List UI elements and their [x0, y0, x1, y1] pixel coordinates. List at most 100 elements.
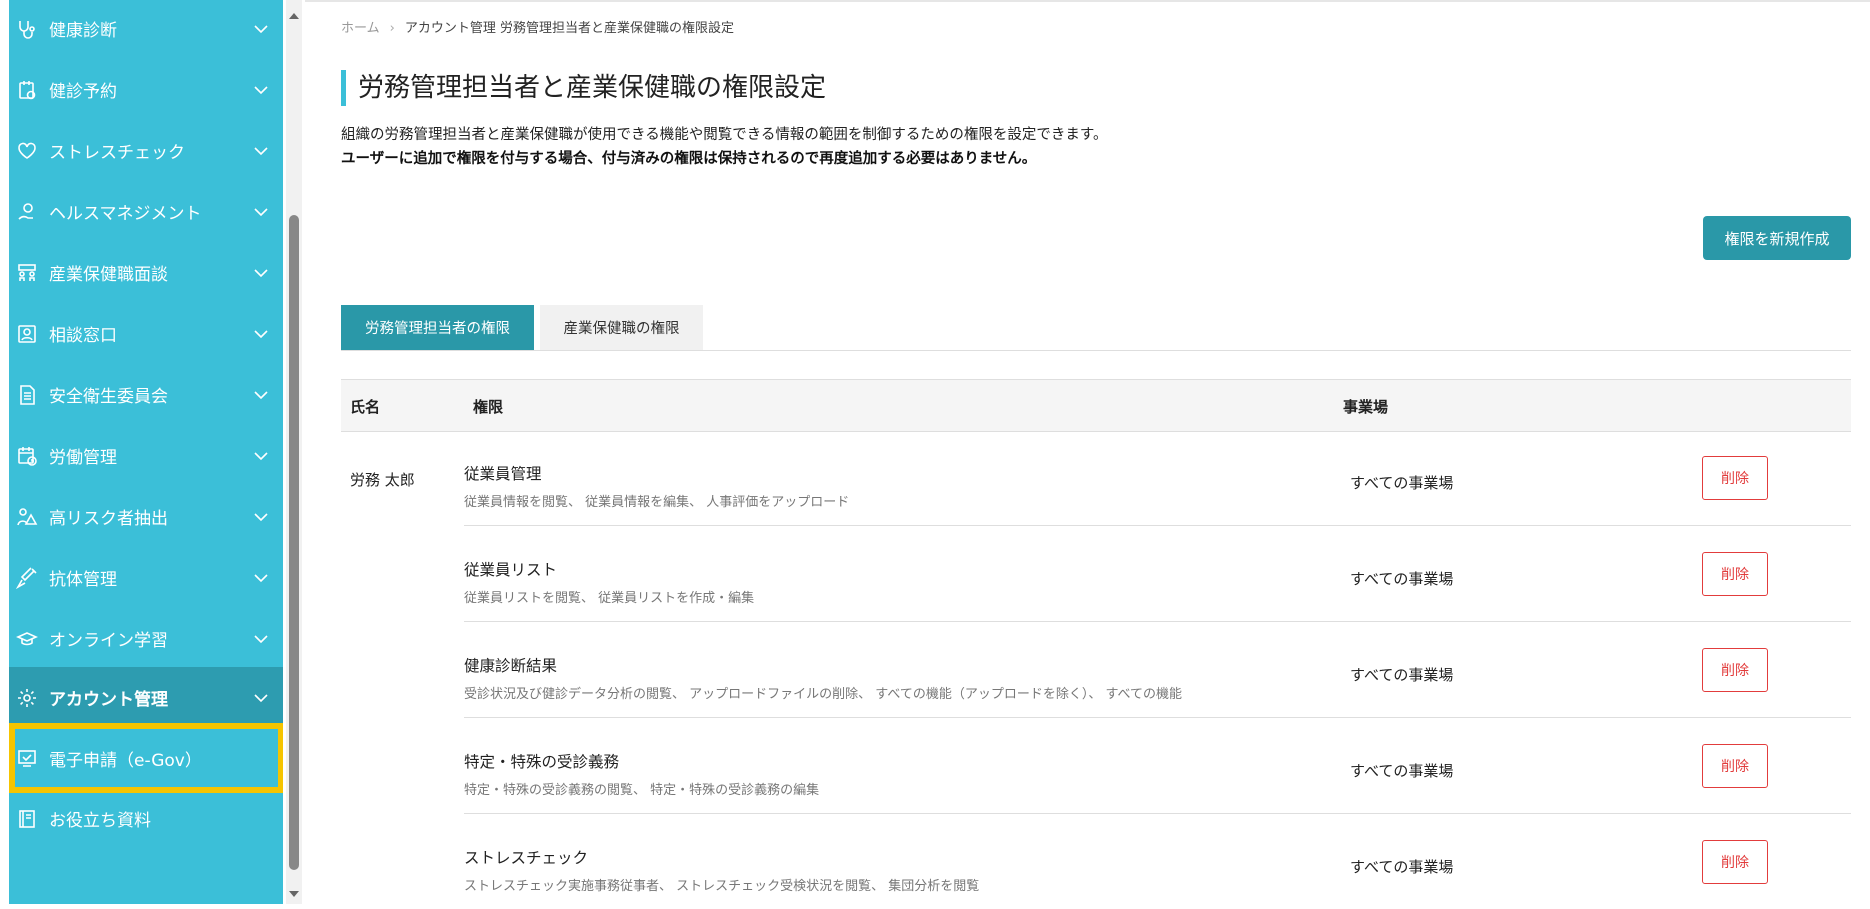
chevron-down-icon: [254, 693, 268, 702]
permission-detail: 受診状況及び健診データ分析の閲覧、 アップロードファイルの削除、 すべての機能（…: [464, 687, 1183, 702]
gear-icon: [16, 687, 38, 709]
chevron-down-icon: [254, 85, 268, 94]
column-header-name: 氏名: [350, 398, 381, 416]
tab-bar: 労務管理担当者の権限 産業保健職の権限: [341, 305, 1851, 351]
sidebar-item-label: お役立ち資料: [49, 811, 151, 831]
permission-detail: 従業員情報を閲覧、 従業員情報を編集、 人事評価をアップロード: [464, 495, 850, 510]
sidebar-item-label: 労働管理: [49, 448, 117, 468]
permission-name: 従業員リスト: [464, 561, 558, 579]
chevron-down-icon: [254, 573, 268, 582]
sidebar-item-useful-materials[interactable]: お役立ち資料: [9, 788, 283, 849]
sidebar-item-e-gov[interactable]: 電子申請（e-Gov）: [9, 723, 283, 793]
column-header-permission: 権限: [473, 398, 504, 416]
sidebar-item-antibody-management[interactable]: 抗体管理: [9, 547, 283, 608]
book-icon: [16, 808, 38, 830]
sidebar-item-label: 相談窓口: [49, 326, 117, 346]
column-header-site: 事業場: [1343, 398, 1389, 416]
table-row: 従業員管理 従業員情報を閲覧、 従業員情報を編集、 人事評価をアップロード すべ…: [464, 430, 1851, 526]
chevron-down-icon: [254, 451, 268, 460]
sidebar-item-label: 高リスク者抽出: [49, 509, 168, 529]
site-scope: すべての事業場: [1350, 762, 1454, 780]
stethoscope-hand-icon: [16, 201, 38, 223]
sidebar: 健康診断 健診予約 ストレスチェック ヘルスマネジメント 産業保健職面談 相談窓…: [9, 0, 283, 904]
breadcrumb-current: アカウント管理 労務管理担当者と産業保健職の権限設定: [404, 21, 734, 36]
table-header: 氏名 権限 事業場: [341, 379, 1851, 432]
delete-button[interactable]: 削除: [1702, 744, 1768, 788]
permission-detail: 特定・特殊の受診義務の閲覧、 特定・特殊の受診義務の編集: [464, 783, 820, 798]
delete-button[interactable]: 削除: [1702, 552, 1768, 596]
scrollbar-thumb[interactable]: [289, 215, 299, 870]
tab-labor-manager-permissions[interactable]: 労務管理担当者の権限: [341, 305, 534, 350]
page-description: 組織の労務管理担当者と産業保健職が使用できる機能や閲覧できる情報の範囲を制御する…: [341, 127, 1108, 143]
sidebar-item-label: 電子申請（e-Gov）: [49, 750, 202, 771]
sidebar-item-safety-committee[interactable]: 安全衛生委員会: [9, 364, 283, 425]
sidebar-item-label: ヘルスマネジメント: [49, 204, 202, 224]
sidebar-item-label: 健康診断: [49, 21, 117, 41]
document-icon: [16, 384, 38, 406]
sidebar-item-online-learning[interactable]: オンライン学習: [9, 608, 283, 669]
sidebar-item-stress-check[interactable]: ストレスチェック: [9, 120, 283, 181]
page-note: ユーザーに追加で権限を付与する場合、付与済みの権限は保持されるので再度追加する必…: [341, 151, 1037, 167]
sidebar-scrollbar[interactable]: [286, 0, 302, 904]
table-row: 従業員リスト 従業員リストを閲覧、 従業員リストを作成・編集 すべての事業場 削…: [464, 526, 1851, 622]
heart-icon: [16, 140, 38, 162]
breadcrumb-separator: ›: [389, 21, 395, 36]
permission-name: ストレスチェック: [464, 849, 589, 867]
delete-button[interactable]: 削除: [1702, 648, 1768, 692]
divider: [305, 0, 1870, 2]
sidebar-item-label: 健診予約: [49, 82, 117, 102]
chevron-down-icon: [254, 207, 268, 216]
breadcrumb: ホーム › アカウント管理 労務管理担当者と産業保健職の権限設定: [341, 17, 734, 36]
delete-button[interactable]: 削除: [1702, 456, 1768, 500]
calendar-clipboard-icon: [16, 79, 38, 101]
sidebar-item-label: 抗体管理: [49, 570, 117, 590]
scroll-up-arrow-icon[interactable]: [286, 8, 302, 24]
page-title: 労務管理担当者と産業保健職の権限設定: [341, 70, 826, 106]
calendar-clock-icon: [16, 445, 38, 467]
breadcrumb-home-link[interactable]: ホーム: [341, 21, 380, 36]
sidebar-item-account-management[interactable]: アカウント管理: [9, 667, 283, 728]
tab-occupational-health-permissions[interactable]: 産業保健職の権限: [540, 305, 703, 350]
sidebar-item-occupational-interview[interactable]: 産業保健職面談: [9, 242, 283, 303]
stethoscope-icon: [16, 18, 38, 40]
sidebar-item-high-risk-extraction[interactable]: 高リスク者抽出: [9, 486, 283, 547]
syringe-icon: [16, 566, 38, 589]
chevron-down-icon: [254, 268, 268, 277]
chevron-down-icon: [254, 329, 268, 338]
sidebar-item-consultation[interactable]: 相談窓口: [9, 303, 283, 364]
site-scope: すべての事業場: [1350, 666, 1454, 684]
site-scope: すべての事業場: [1350, 570, 1454, 588]
site-scope: すべての事業場: [1350, 858, 1454, 876]
chevron-down-icon: [254, 24, 268, 33]
sidebar-item-health-management[interactable]: ヘルスマネジメント: [9, 181, 283, 242]
chevron-down-icon: [254, 390, 268, 399]
meeting-icon: [16, 262, 38, 284]
graduation-cap-icon: [16, 628, 38, 650]
checked-screen-icon: [16, 747, 38, 769]
sidebar-item-health-checkup[interactable]: 健康診断: [9, 0, 283, 59]
permission-detail: ストレスチェック実施事務従事者、 ストレスチェック受検状況を閲覧、 集団分析を閲…: [464, 879, 980, 894]
warning-person-icon: [16, 506, 38, 528]
site-scope: すべての事業場: [1350, 474, 1454, 492]
sidebar-item-label: オンライン学習: [49, 631, 168, 651]
sidebar-item-checkup-booking[interactable]: 健診予約: [9, 59, 283, 120]
delete-button[interactable]: 削除: [1702, 840, 1768, 884]
permission-name: 特定・特殊の受診義務: [464, 753, 620, 771]
sidebar-item-labor-management[interactable]: 労働管理: [9, 425, 283, 486]
permission-detail: 従業員リストを閲覧、 従業員リストを作成・編集: [464, 591, 755, 606]
permission-name: 従業員管理: [464, 465, 542, 483]
permission-name: 健康診断結果: [464, 657, 558, 675]
table-row: ストレスチェック ストレスチェック実施事務従事者、 ストレスチェック受検状況を閲…: [464, 814, 1851, 909]
scroll-down-arrow-icon[interactable]: [286, 886, 302, 902]
table-row: 健康診断結果 受診状況及び健診データ分析の閲覧、 アップロードファイルの削除、 …: [464, 622, 1851, 718]
table-row: 特定・特殊の受診義務 特定・特殊の受診義務の閲覧、 特定・特殊の受診義務の編集 …: [464, 718, 1851, 814]
chevron-down-icon: [254, 634, 268, 643]
sidebar-item-label: ストレスチェック: [49, 143, 185, 163]
main-content: ホーム › アカウント管理 労務管理担当者と産業保健職の権限設定 労務管理担当者と産…: [305, 0, 1870, 904]
sidebar-item-label: 産業保健職面談: [49, 265, 168, 285]
create-permission-button[interactable]: 権限を新規作成: [1703, 216, 1851, 260]
chevron-down-icon: [254, 146, 268, 155]
sidebar-item-label: アカウント管理: [49, 690, 168, 710]
chevron-down-icon: [254, 512, 268, 521]
person-card-icon: [16, 323, 38, 345]
